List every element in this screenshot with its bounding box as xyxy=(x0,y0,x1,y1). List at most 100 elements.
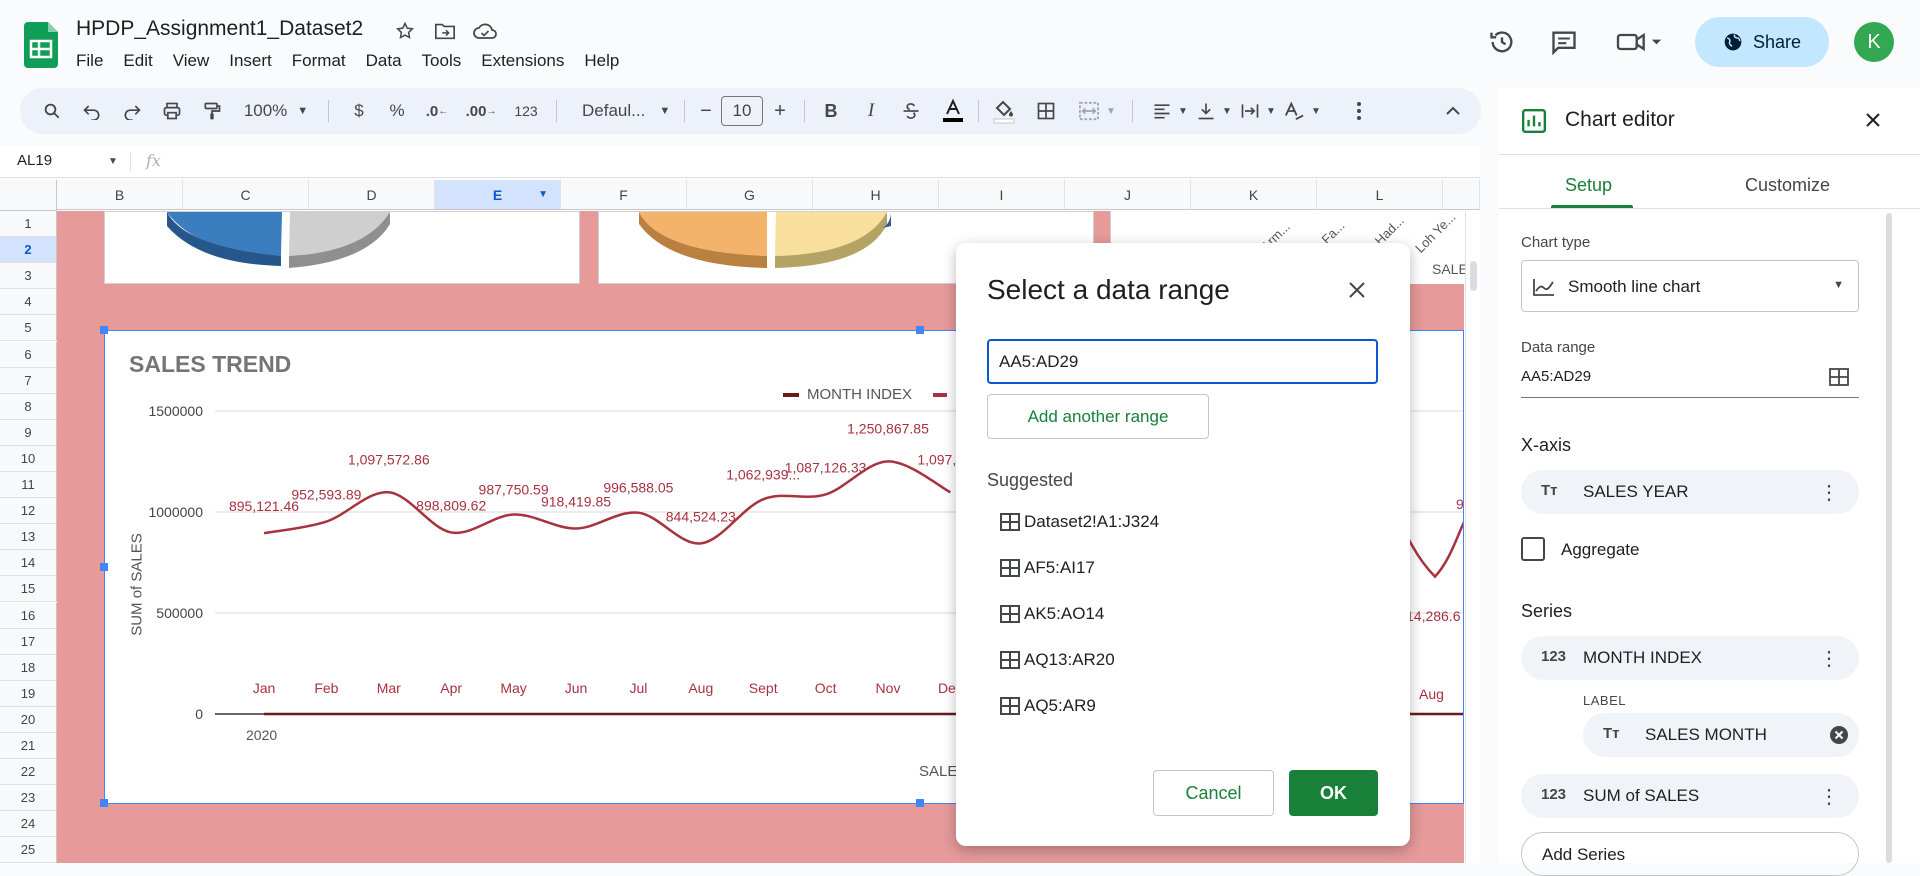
select-all-corner[interactable] xyxy=(0,180,57,211)
cloud-saved-icon[interactable] xyxy=(472,18,498,44)
tab-setup[interactable]: Setup xyxy=(1565,175,1612,196)
row-header[interactable]: 4 xyxy=(0,289,57,316)
row-header[interactable]: 23 xyxy=(0,785,57,812)
text-color-icon[interactable] xyxy=(938,88,968,134)
row-header[interactable]: 2 xyxy=(0,237,57,264)
paint-format-icon[interactable] xyxy=(196,88,228,134)
more-options-icon[interactable] xyxy=(1344,88,1374,134)
editor-scrollbar-thumb[interactable] xyxy=(1886,213,1892,863)
font-size-box[interactable]: 10 xyxy=(720,88,764,134)
row-header[interactable]: 15 xyxy=(0,576,57,603)
increase-decimal-button[interactable]: .00 → xyxy=(462,88,500,134)
menu-extensions[interactable]: Extensions xyxy=(471,50,574,72)
column-header-b[interactable]: B xyxy=(57,180,183,210)
suggestion-item[interactable]: AQ13:AR20 xyxy=(1000,646,1115,674)
row-header[interactable]: 7 xyxy=(0,367,57,394)
series-chip-month-index[interactable]: 123 MONTH INDEX ⋮ xyxy=(1521,636,1859,680)
text-rotation-icon[interactable]: ▼ xyxy=(1276,88,1328,134)
more-vert-icon[interactable]: ⋮ xyxy=(1819,784,1839,809)
resize-handle[interactable] xyxy=(100,563,108,571)
redo-icon[interactable] xyxy=(116,88,148,134)
data-range-input[interactable] xyxy=(987,339,1378,384)
row-header[interactable]: 12 xyxy=(0,498,57,525)
merge-cells-icon[interactable]: ▼ xyxy=(1070,88,1124,134)
suggestion-item[interactable]: Dataset2!A1:J324 xyxy=(1000,508,1159,536)
series-chip-sum-of-sales[interactable]: 123 SUM of SALES ⋮ xyxy=(1521,774,1859,818)
label-field-chip[interactable]: Tт SALES MONTH xyxy=(1583,713,1859,757)
row-header[interactable]: 6 xyxy=(0,341,57,368)
column-header-i[interactable]: I xyxy=(939,180,1065,210)
menu-data[interactable]: Data xyxy=(356,50,412,72)
borders-icon[interactable] xyxy=(1030,88,1062,134)
column-header-l[interactable]: L xyxy=(1317,180,1443,210)
add-series-button[interactable]: Add Series xyxy=(1521,832,1859,876)
x-axis-field-chip[interactable]: Tт SALES YEAR ⋮ xyxy=(1521,470,1859,514)
fill-color-icon[interactable] xyxy=(988,88,1020,134)
formula-input[interactable] xyxy=(178,146,1468,177)
increase-font-size-button[interactable]: + xyxy=(766,88,794,134)
row-header[interactable]: 21 xyxy=(0,733,57,759)
row-header[interactable]: 24 xyxy=(0,811,57,838)
account-avatar[interactable]: K xyxy=(1854,22,1894,62)
sheets-logo-icon[interactable] xyxy=(24,22,58,68)
strikethrough-icon[interactable] xyxy=(896,88,926,134)
editor-scrollbar[interactable] xyxy=(1886,213,1894,863)
row-header[interactable]: 1 xyxy=(0,211,57,237)
row-header[interactable]: 9 xyxy=(0,419,57,446)
italic-button[interactable]: I xyxy=(856,88,886,134)
chart-type-select[interactable]: Smooth line chart ▼ xyxy=(1521,260,1859,312)
share-button[interactable]: Share xyxy=(1695,17,1829,67)
resize-handle[interactable] xyxy=(916,799,924,807)
row-header[interactable]: 14 xyxy=(0,550,57,577)
row-header[interactable]: 19 xyxy=(0,680,57,707)
row-header[interactable]: 3 xyxy=(0,263,57,290)
more-vert-icon[interactable]: ⋮ xyxy=(1819,646,1839,671)
row-header[interactable]: 16 xyxy=(0,602,57,629)
close-icon[interactable] xyxy=(1865,112,1881,133)
row-header[interactable]: 11 xyxy=(0,472,57,498)
column-header-f[interactable]: F xyxy=(561,180,687,210)
menu-insert[interactable]: Insert xyxy=(219,50,282,72)
scrollbar-thumb[interactable] xyxy=(1470,261,1477,291)
currency-format-button[interactable]: $ xyxy=(344,88,374,134)
menu-tools[interactable]: Tools xyxy=(412,50,472,72)
column-header-d[interactable]: D xyxy=(309,180,435,210)
menu-view[interactable]: View xyxy=(163,50,220,72)
bold-button[interactable]: B xyxy=(816,88,846,134)
pie-chart-left[interactable] xyxy=(104,211,580,284)
column-header-e[interactable]: E ▼ xyxy=(435,180,561,210)
row-header[interactable]: 13 xyxy=(0,524,57,551)
column-header-g[interactable]: G xyxy=(687,180,813,210)
column-header-j[interactable]: J xyxy=(1065,180,1191,210)
suggestion-item[interactable]: AF5:AI17 xyxy=(1000,554,1095,582)
menu-format[interactable]: Format xyxy=(282,50,356,72)
row-header[interactable]: 25 xyxy=(0,837,57,863)
column-header-k[interactable]: K xyxy=(1191,180,1317,210)
row-header[interactable]: 17 xyxy=(0,628,57,655)
name-box[interactable]: AL19 xyxy=(17,152,52,169)
aggregate-checkbox[interactable] xyxy=(1521,537,1545,561)
row-header[interactable]: 5 xyxy=(0,315,57,342)
cancel-button[interactable]: Cancel xyxy=(1153,770,1274,816)
document-title[interactable]: HPDP_Assignment1_Dataset2 xyxy=(76,17,363,41)
version-history-icon[interactable] xyxy=(1484,24,1520,60)
suggestion-item[interactable]: AQ5:AR9 xyxy=(1000,692,1096,720)
more-vert-icon[interactable]: ⋮ xyxy=(1819,480,1839,505)
font-family-select[interactable]: Defaul... ▼ xyxy=(568,88,680,134)
undo-icon[interactable] xyxy=(76,88,108,134)
menu-file[interactable]: File xyxy=(66,50,113,72)
zoom-select[interactable]: 100% ▼ xyxy=(238,88,314,134)
tab-customize[interactable]: Customize xyxy=(1745,175,1830,196)
ok-button[interactable]: OK xyxy=(1289,770,1378,816)
search-menus-icon[interactable] xyxy=(36,88,68,134)
resize-handle[interactable] xyxy=(916,326,924,334)
menu-edit[interactable]: Edit xyxy=(113,50,162,72)
print-icon[interactable] xyxy=(156,88,188,134)
menu-help[interactable]: Help xyxy=(574,50,629,72)
collapse-menus-icon[interactable] xyxy=(1438,88,1468,134)
row-header[interactable]: 8 xyxy=(0,393,57,420)
row-header[interactable]: 20 xyxy=(0,706,57,733)
remove-circle-icon[interactable] xyxy=(1829,725,1849,745)
close-icon[interactable] xyxy=(1348,275,1366,306)
move-folder-icon[interactable] xyxy=(432,18,458,44)
